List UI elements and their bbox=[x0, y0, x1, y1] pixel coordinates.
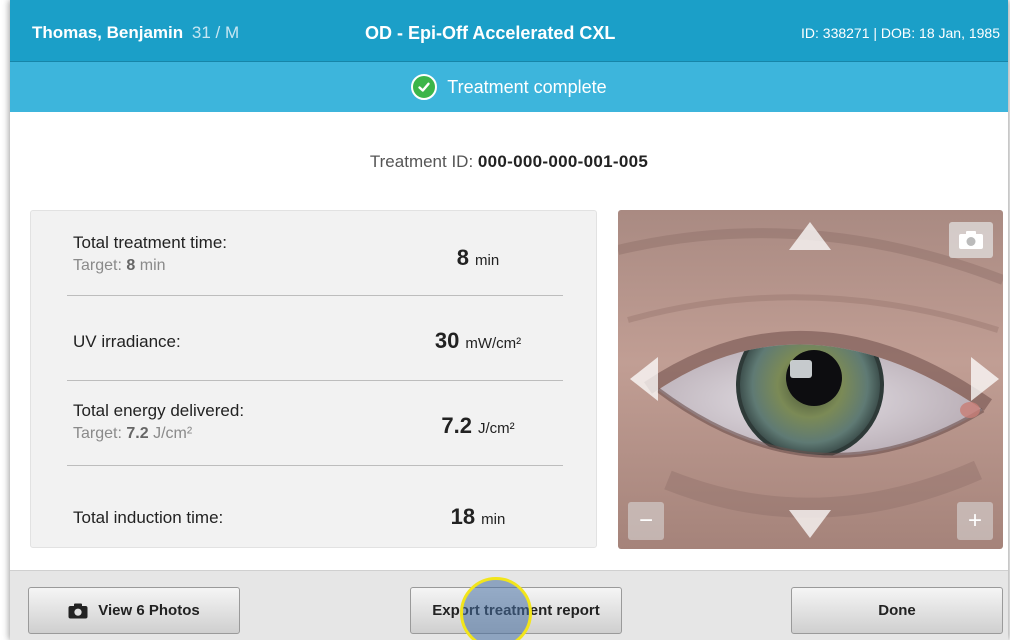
stat-target-value: 7.2 bbox=[126, 425, 149, 442]
arrow-down-icon[interactable] bbox=[788, 508, 832, 540]
stat-row-treatment-time: Total treatment time: Target: 8 min 8 min bbox=[67, 211, 563, 295]
stat-value: 7.2 J/cm² bbox=[393, 413, 563, 439]
treatment-id: Treatment ID: 000-000-000-001-005 bbox=[10, 152, 1008, 172]
done-button[interactable]: Done bbox=[791, 587, 1003, 634]
done-label: Done bbox=[878, 602, 916, 619]
arrow-up-icon[interactable] bbox=[788, 220, 832, 252]
stat-value: 18 min bbox=[393, 504, 563, 530]
camera-icon[interactable] bbox=[949, 222, 993, 258]
stat-value-unit: min bbox=[475, 252, 500, 269]
patient-age-sex: 31 / M bbox=[191, 23, 240, 42]
stat-value-number: 30 bbox=[434, 328, 460, 353]
stat-value-unit: mW/cm² bbox=[465, 335, 522, 352]
arrow-right-icon[interactable] bbox=[969, 356, 1001, 402]
procedure-title: OD - Epi-Off Accelerated CXL bbox=[365, 23, 616, 43]
view-photos-label: View 6 Photos bbox=[98, 602, 200, 619]
app-window: Thomas, Benjamin 31 / M OD - Epi-Off Acc… bbox=[10, 0, 1008, 640]
patient-info: Thomas, Benjamin 31 / M bbox=[32, 23, 239, 43]
treatment-id-label: Treatment ID: bbox=[369, 152, 474, 171]
stat-target-unit: J/cm² bbox=[153, 425, 193, 442]
arrow-left-icon[interactable] bbox=[628, 356, 660, 402]
status-bar: Treatment complete bbox=[10, 62, 1008, 112]
treatment-id-value: 000-000-000-001-005 bbox=[477, 152, 649, 171]
stat-value-number: 8 bbox=[456, 245, 470, 270]
zoom-in-icon[interactable]: + bbox=[957, 502, 993, 540]
stat-target-label: Target: bbox=[73, 425, 122, 442]
camera-icon bbox=[68, 603, 88, 618]
stat-value: 30 mW/cm² bbox=[393, 328, 563, 354]
stat-value-number: 18 bbox=[450, 504, 476, 529]
stat-target: Target: 7.2 J/cm² bbox=[73, 425, 192, 443]
status-text: Treatment complete bbox=[447, 76, 607, 97]
check-circle-icon bbox=[411, 74, 438, 100]
stat-value-unit: J/cm² bbox=[477, 420, 515, 437]
eye-image bbox=[618, 210, 1003, 549]
export-report-label: Export treatment report bbox=[432, 602, 600, 619]
stat-target-value: 8 bbox=[126, 257, 136, 274]
view-photos-button[interactable]: View 6 Photos bbox=[28, 587, 240, 634]
stat-row-energy-delivered: Total energy delivered: Target: 7.2 J/cm… bbox=[67, 381, 563, 465]
stat-label: UV irradiance: bbox=[73, 332, 181, 351]
zoom-out-icon[interactable]: − bbox=[628, 502, 664, 540]
stat-target-unit: min bbox=[139, 257, 166, 274]
footer-bar: View 6 Photos Export treatment report Do… bbox=[10, 570, 1008, 640]
patient-header: Thomas, Benjamin 31 / M OD - Epi-Off Acc… bbox=[10, 0, 1008, 62]
export-report-button[interactable]: Export treatment report bbox=[410, 587, 622, 634]
stat-target: Target: 8 min bbox=[73, 257, 166, 275]
patient-name: Thomas, Benjamin bbox=[32, 23, 184, 42]
treatment-stats-panel: Total treatment time: Target: 8 min 8 min… bbox=[30, 210, 597, 548]
stat-row-uv-irradiance: UV irradiance: 30 mW/cm² bbox=[67, 296, 563, 380]
stat-value: 8 min bbox=[393, 245, 563, 271]
patient-ids: ID: 338271 | DOB: 18 Jan, 1985 bbox=[801, 25, 1000, 41]
stat-value-unit: min bbox=[481, 511, 506, 528]
camera-view[interactable]: − + bbox=[618, 210, 1003, 549]
stat-label: Total induction time: bbox=[73, 508, 224, 527]
stat-value-number: 7.2 bbox=[441, 413, 472, 438]
stat-row-induction-time: Total induction time: 18 min bbox=[67, 466, 563, 550]
stat-label: Total treatment time: bbox=[73, 233, 228, 252]
stat-target-label: Target: bbox=[73, 257, 122, 274]
stat-label: Total energy delivered: bbox=[73, 401, 245, 420]
